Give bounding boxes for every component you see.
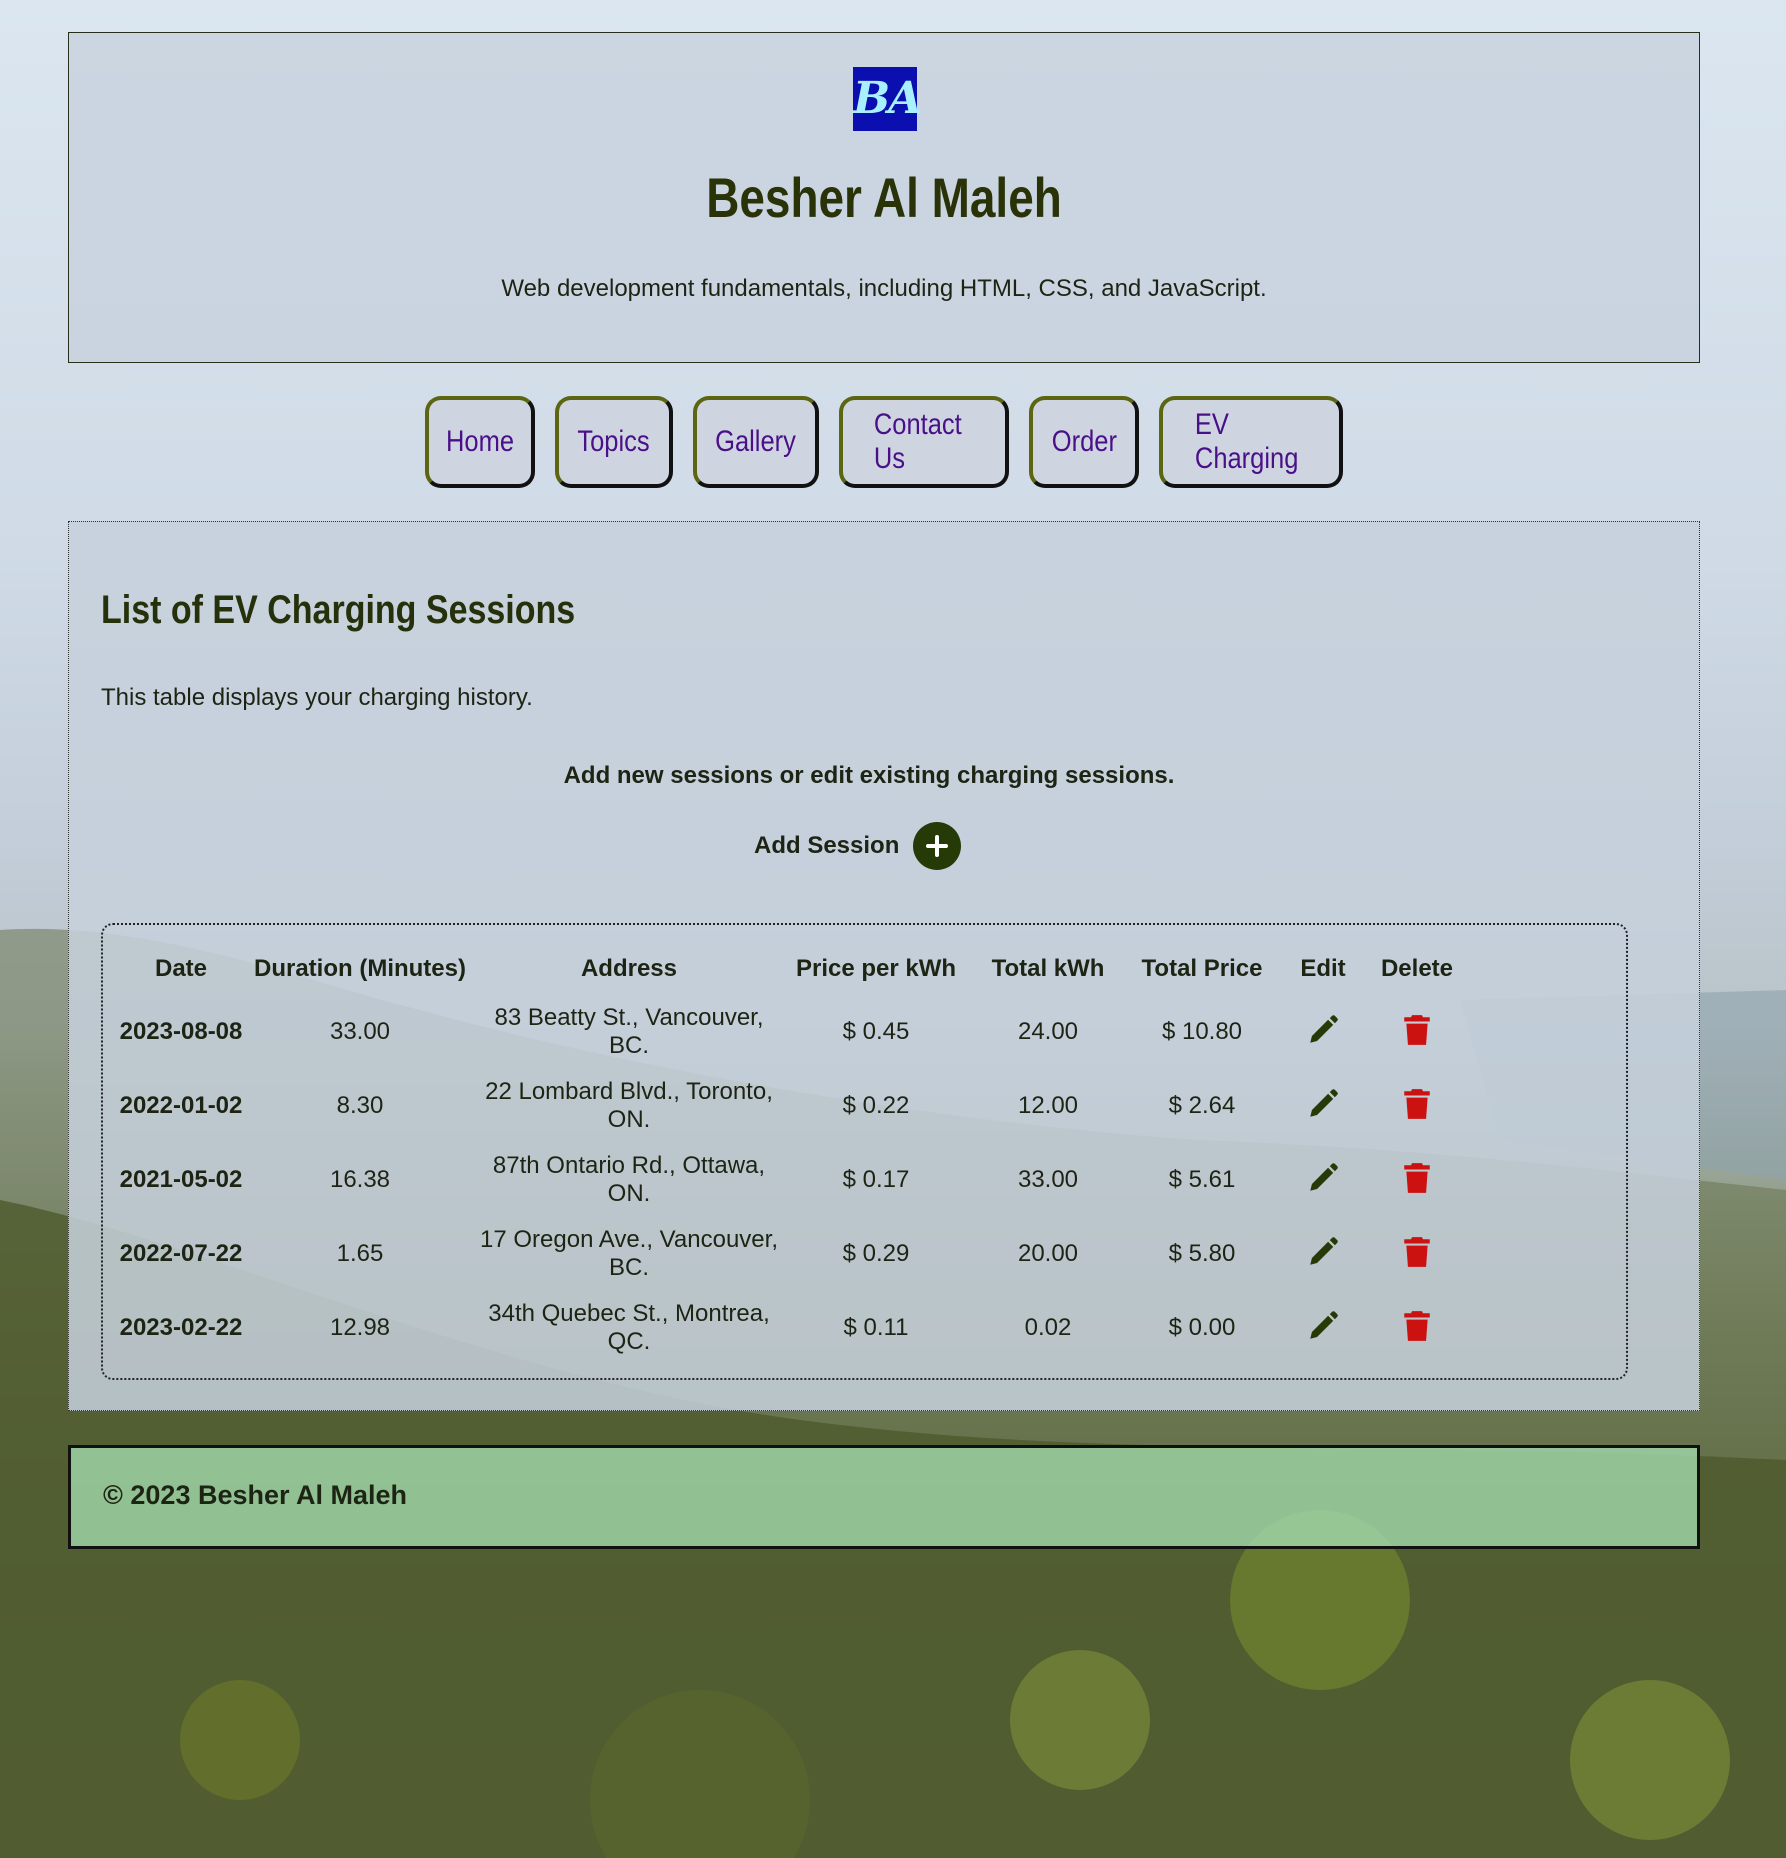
cell-price-per-kwh: $ 0.29 bbox=[842, 1240, 910, 1267]
cell-date: 2022-07-22 bbox=[119, 1240, 243, 1267]
main-nav: Home Topics Gallery Contact Us Order EV … bbox=[68, 396, 1700, 490]
trash-icon[interactable] bbox=[1397, 1010, 1437, 1050]
cell-total-kwh: 24.00 bbox=[1017, 1018, 1079, 1045]
cell-duration: 12.98 bbox=[329, 1314, 391, 1341]
cell-delete bbox=[1369, 1069, 1465, 1143]
cell-date: 2022-01-02 bbox=[119, 1092, 243, 1119]
copyright-text: © 2023 Besher Al Maleh bbox=[103, 1480, 408, 1510]
cell-address: 87th Ontario Rd., Ottawa, ON. bbox=[492, 1152, 766, 1207]
table-row: 2022-01-02 8.30 22 Lombard Blvd., Toront… bbox=[117, 1069, 1465, 1143]
nav-item-label: Contact Us bbox=[873, 408, 962, 475]
cell-price-per-kwh: $ 0.45 bbox=[842, 1018, 910, 1045]
column-header-total-price: Total Price bbox=[1141, 955, 1263, 982]
cell-address: 22 Lombard Blvd., Toronto, ON. bbox=[485, 1078, 773, 1133]
site-title: Besher Al Maleh bbox=[706, 166, 1062, 229]
main-content: List of EV Charging Sessions This table … bbox=[68, 521, 1700, 1411]
table-row: 2022-07-22 1.65 17 Oregon Ave., Vancouve… bbox=[117, 1217, 1465, 1291]
pencil-icon[interactable] bbox=[1303, 1306, 1343, 1346]
cell-delete bbox=[1369, 1143, 1465, 1217]
trash-icon[interactable] bbox=[1397, 1232, 1437, 1272]
table-row: 2023-08-08 33.00 83 Beatty St., Vancouve… bbox=[117, 995, 1465, 1069]
cell-edit bbox=[1277, 1143, 1369, 1217]
cell-edit bbox=[1277, 995, 1369, 1069]
column-header-total-kwh: Total kWh bbox=[991, 955, 1105, 982]
cell-delete bbox=[1369, 1217, 1465, 1291]
plus-circle-icon[interactable] bbox=[913, 822, 962, 870]
trash-icon[interactable] bbox=[1397, 1158, 1437, 1198]
cell-price-per-kwh: $ 0.22 bbox=[842, 1092, 910, 1119]
table-row: 2021-05-02 16.38 87th Ontario Rd., Ottaw… bbox=[117, 1143, 1465, 1217]
cell-total-price: $ 5.80 bbox=[1168, 1240, 1236, 1267]
cell-address: 83 Beatty St., Vancouver, BC. bbox=[494, 1004, 764, 1059]
nav-item-label: Topics bbox=[577, 425, 651, 458]
nav-item-gallery[interactable]: Gallery bbox=[693, 396, 819, 488]
site-tagline: Web development fundamentals, including … bbox=[501, 275, 1267, 302]
nav-item-topics[interactable]: Topics bbox=[555, 396, 673, 488]
cell-address: 34th Quebec St., Montrea, QC. bbox=[488, 1300, 770, 1355]
cell-price-per-kwh: $ 0.11 bbox=[843, 1314, 909, 1341]
table-header-row: Date Duration (Minutes) Address Price pe… bbox=[117, 943, 1465, 995]
cell-total-kwh: 0.02 bbox=[1024, 1314, 1072, 1341]
cell-total-kwh: 20.00 bbox=[1017, 1240, 1079, 1267]
site-header: BA Besher Al Maleh Web development funda… bbox=[68, 32, 1700, 363]
cell-duration: 33.00 bbox=[329, 1018, 391, 1045]
logo[interactable]: BA bbox=[853, 67, 922, 131]
cell-total-kwh: 12.00 bbox=[1017, 1092, 1079, 1119]
cell-address: 17 Oregon Ave., Vancouver, BC. bbox=[480, 1226, 778, 1281]
cell-total-price: $ 2.64 bbox=[1168, 1092, 1236, 1119]
column-header-price-per-kwh: Price per kWh bbox=[795, 955, 957, 982]
pencil-icon[interactable] bbox=[1303, 1232, 1343, 1272]
nav-item-contact-us[interactable]: Contact Us bbox=[839, 396, 1009, 488]
cell-date: 2021-05-02 bbox=[119, 1166, 243, 1193]
column-header-duration: Duration (Minutes) bbox=[254, 955, 466, 982]
page-title: List of EV Charging Sessions bbox=[101, 588, 576, 632]
trash-icon[interactable] bbox=[1397, 1306, 1437, 1346]
sessions-table: Date Duration (Minutes) Address Price pe… bbox=[117, 943, 1465, 1365]
cell-duration: 16.38 bbox=[329, 1166, 391, 1193]
nav-item-home[interactable]: Home bbox=[425, 396, 535, 488]
column-header-delete: Delete bbox=[1380, 955, 1454, 982]
table-row: 2023-02-22 12.98 34th Quebec St., Montre… bbox=[117, 1291, 1465, 1365]
cell-edit bbox=[1277, 1217, 1369, 1291]
cell-edit bbox=[1277, 1291, 1369, 1365]
cell-edit bbox=[1277, 1069, 1369, 1143]
cell-date: 2023-08-08 bbox=[119, 1018, 243, 1045]
page-description: This table displays your charging histor… bbox=[101, 684, 533, 711]
pencil-icon[interactable] bbox=[1303, 1084, 1343, 1124]
trash-icon[interactable] bbox=[1397, 1084, 1437, 1124]
column-header-date: Date bbox=[154, 955, 208, 982]
cell-delete bbox=[1369, 995, 1465, 1069]
cell-total-kwh: 33.00 bbox=[1017, 1166, 1079, 1193]
nav-item-ev-charging[interactable]: EV Charging bbox=[1159, 396, 1343, 488]
nav-item-label: EV Charging bbox=[1194, 408, 1299, 475]
nav-item-order[interactable]: Order bbox=[1029, 396, 1139, 488]
nav-item-label: Gallery bbox=[715, 425, 797, 458]
add-session-button[interactable]: Add Session bbox=[754, 821, 962, 871]
sessions-table-container: Date Duration (Minutes) Address Price pe… bbox=[101, 923, 1628, 1380]
column-header-address: Address bbox=[580, 955, 678, 982]
cell-total-price: $ 10.80 bbox=[1161, 1018, 1243, 1045]
site-footer: © 2023 Besher Al Maleh bbox=[68, 1445, 1700, 1549]
cell-total-price: $ 5.61 bbox=[1168, 1166, 1236, 1193]
add-session-label: Add Session bbox=[754, 832, 900, 859]
pencil-icon[interactable] bbox=[1303, 1158, 1343, 1198]
nav-item-label: Order bbox=[1051, 425, 1117, 458]
cell-delete bbox=[1369, 1291, 1465, 1365]
column-header-edit: Edit bbox=[1300, 955, 1346, 982]
page-note: Add new sessions or edit existing chargi… bbox=[563, 762, 1175, 789]
cell-price-per-kwh: $ 0.17 bbox=[842, 1166, 910, 1193]
pencil-icon[interactable] bbox=[1303, 1010, 1343, 1050]
cell-total-price: $ 0.00 bbox=[1168, 1314, 1236, 1341]
nav-item-label: Home bbox=[445, 425, 515, 458]
cell-duration: 1.65 bbox=[336, 1240, 384, 1267]
cell-date: 2023-02-22 bbox=[119, 1314, 243, 1341]
cell-duration: 8.30 bbox=[336, 1092, 384, 1119]
